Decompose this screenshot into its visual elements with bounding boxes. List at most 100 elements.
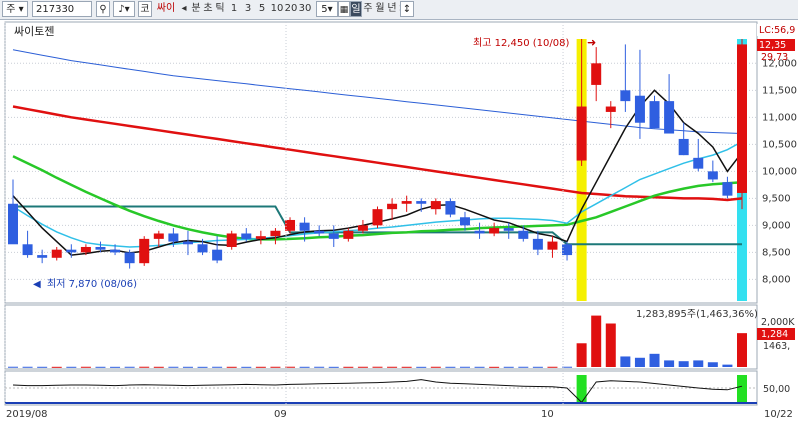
- volume-bar: [430, 366, 441, 368]
- candle-body: [430, 201, 441, 210]
- x-label-right: 10/22: [764, 409, 793, 420]
- low-arrow-icon: ◀: [33, 279, 41, 290]
- candle-body: [401, 201, 412, 204]
- period-5[interactable]: 5: [256, 1, 268, 17]
- period-sec[interactable]: 초: [202, 1, 214, 17]
- candle-body: [416, 201, 427, 204]
- volume-bar: [401, 366, 412, 368]
- period-tick[interactable]: 틱: [214, 1, 226, 17]
- volume-bar: [80, 366, 91, 368]
- candle-body: [664, 101, 675, 134]
- chart-title: 싸이토젠: [14, 25, 54, 38]
- x-label-aug: 2019/08: [6, 409, 48, 420]
- volume-bar: [620, 356, 631, 367]
- volume-bar: [591, 315, 602, 367]
- candle-body: [51, 249, 62, 258]
- volume-bar: [197, 366, 208, 368]
- low-annotation: 최저 7,870 (08/06): [47, 278, 137, 290]
- volume-bar: [241, 366, 252, 368]
- scroll-left-icon[interactable]: ◂: [178, 1, 190, 17]
- volume-bar: [270, 366, 281, 368]
- volume-bar: [649, 353, 660, 367]
- candle-body: [168, 233, 179, 242]
- search-icon[interactable]: ⚲: [96, 1, 110, 17]
- volume-ratio: 1463,: [763, 341, 790, 352]
- volume-bar: [387, 366, 398, 368]
- candle-body: [343, 230, 354, 239]
- volume-bar: [445, 366, 456, 368]
- candle-body: [707, 171, 718, 180]
- calendar-icon[interactable]: ▦: [338, 1, 350, 17]
- volume-label: 1,283,895주(1,463,36%): [636, 309, 758, 320]
- volume-bar: [372, 366, 383, 368]
- period-10[interactable]: 10: [270, 1, 284, 17]
- volume-bar: [226, 366, 237, 368]
- candle-body: [241, 233, 252, 239]
- candle-body: [212, 249, 223, 261]
- toolbar: 주 ▾ 217330 ⚲ ♪▾ 코 싸이 ◂ 분 초 틱 1 3 5 10 20…: [0, 0, 798, 20]
- volume-bar: [182, 366, 193, 368]
- volume-value: 1,284: [761, 329, 788, 340]
- stock-code: 217330: [36, 4, 75, 15]
- market-select[interactable]: 주 ▾: [2, 1, 28, 17]
- candle-body: [620, 90, 631, 102]
- volume-bar: [357, 366, 368, 368]
- candle-body: [37, 255, 48, 258]
- y-tick-label: 11,000: [762, 112, 797, 123]
- last-price-label: 12,35: [759, 40, 786, 51]
- volume-bar: [605, 323, 616, 367]
- candle-body: [722, 182, 733, 196]
- volume-bar: [503, 366, 514, 368]
- candle-body: [737, 44, 747, 193]
- updown-arrow-icon[interactable]: ↕: [400, 1, 414, 17]
- y-tick-label: 9,500: [762, 193, 791, 204]
- stock-code-input[interactable]: 217330: [32, 1, 92, 17]
- volume-bar: [547, 366, 558, 368]
- candle-body: [270, 230, 281, 237]
- volume-bar: [489, 366, 500, 368]
- volume-bar: [474, 366, 485, 368]
- candle-body: [66, 249, 77, 253]
- volume-bar: [576, 343, 587, 367]
- candle-body: [80, 246, 91, 253]
- tab-month[interactable]: 월: [374, 1, 386, 17]
- volume-bar: [678, 361, 689, 367]
- tab-year[interactable]: 년: [386, 1, 398, 17]
- period-min[interactable]: 분: [190, 1, 202, 17]
- volume-bar: [634, 357, 645, 367]
- volume-bar: [153, 366, 164, 368]
- period-1[interactable]: 1: [228, 1, 240, 17]
- period-3[interactable]: 3: [242, 1, 254, 17]
- y-tick-label: 9,000: [762, 220, 791, 231]
- volume-bar: [95, 366, 106, 368]
- candle-body: [110, 249, 121, 253]
- y-tick-label: 8,000: [762, 274, 791, 285]
- candle-body: [387, 203, 398, 210]
- volume-bar: [66, 366, 77, 368]
- candle-body: [372, 209, 383, 226]
- candle-body: [532, 238, 543, 250]
- tab-week[interactable]: 주: [362, 1, 374, 17]
- candle-body: [605, 106, 616, 112]
- volume-bar: [737, 333, 747, 367]
- candle-body: [197, 244, 208, 253]
- candle-body: [693, 157, 704, 169]
- candle-body: [576, 106, 587, 161]
- period-30[interactable]: 30: [298, 1, 312, 17]
- volume-bar: [664, 360, 675, 367]
- period-20[interactable]: 20: [284, 1, 298, 17]
- candle-body: [299, 222, 310, 231]
- tab-day[interactable]: 일: [350, 1, 362, 17]
- stock-name-short: 싸이: [156, 3, 176, 14]
- chart-mode-button[interactable]: 코: [138, 1, 152, 17]
- candle-body: [459, 217, 470, 226]
- high-arrow-icon: ➜: [587, 36, 596, 49]
- interval-select[interactable]: 5▾: [316, 1, 338, 17]
- volume-bar: [722, 364, 733, 367]
- candle-body: [95, 246, 106, 250]
- lc-label: LC:56,9: [759, 25, 795, 36]
- y-tick-label: 11,500: [762, 85, 797, 96]
- speaker-icon[interactable]: ♪▾: [113, 1, 135, 17]
- volume-bar: [8, 366, 18, 368]
- stock-chart[interactable]: 12,00011,50011,00010,50010,0009,5009,000…: [0, 19, 798, 427]
